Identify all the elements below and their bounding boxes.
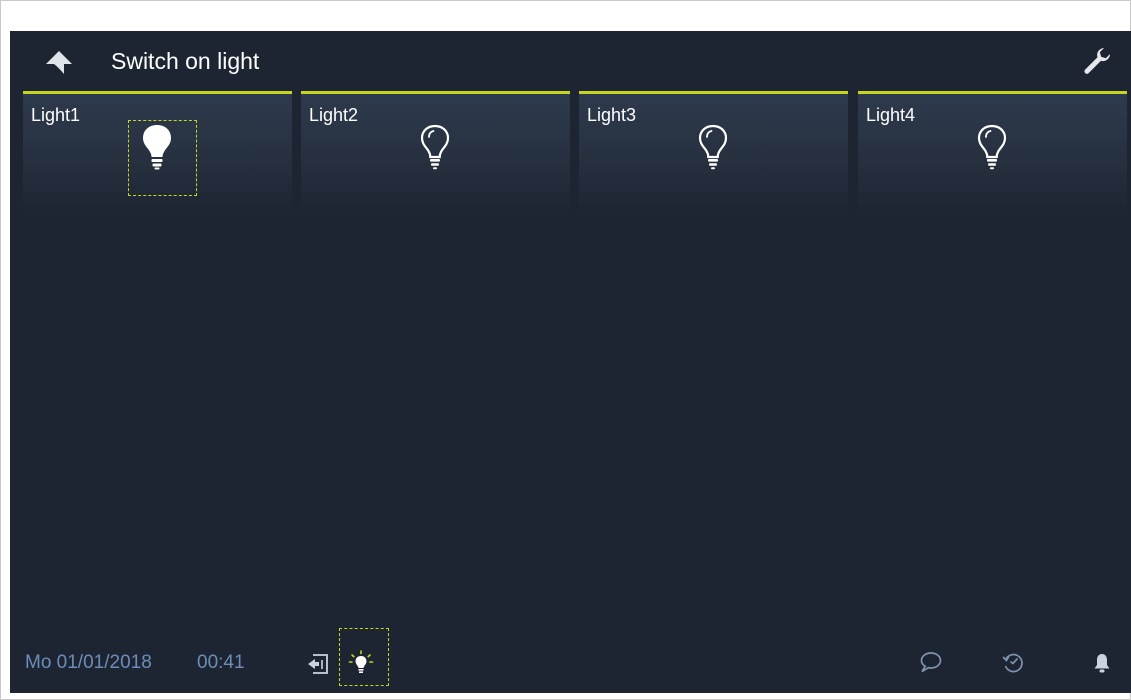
bulb-outline-icon	[420, 124, 450, 170]
door-exit-icon	[308, 654, 328, 674]
bulb-outline-icon	[698, 124, 728, 170]
tile-label: Light2	[309, 105, 359, 125]
door-exit-button[interactable]	[305, 651, 331, 677]
light-tile-2[interactable]: Light2	[301, 91, 570, 214]
back-button[interactable]	[44, 47, 74, 77]
tile-label: Light1	[31, 105, 81, 125]
page-title: Switch on light	[111, 48, 260, 74]
alarm-button[interactable]	[1089, 650, 1115, 676]
panel-screen: Switch on light Light1 Light2 Light3 Lig…	[10, 31, 1131, 693]
header-bar: Switch on light	[10, 31, 1131, 91]
light-tile-1[interactable]: Light1	[23, 91, 292, 214]
tile-label: Light4	[866, 105, 916, 125]
light-tile-4[interactable]: Light4	[858, 91, 1127, 214]
message-button[interactable]	[917, 649, 943, 675]
back-arrow-icon	[46, 51, 72, 74]
history-icon	[1002, 653, 1023, 673]
wrench-icon	[1084, 48, 1111, 74]
status-bar: Mo 01/01/2018 00:41	[10, 631, 1131, 693]
tile-label: Light3	[587, 105, 637, 125]
light-indicator-marker	[339, 628, 389, 686]
device-frame: Switch on light Light1 Light2 Light3 Lig…	[0, 0, 1131, 700]
bell-icon	[1094, 654, 1110, 673]
bulb-outline-icon	[977, 124, 1007, 170]
settings-button[interactable]	[1081, 45, 1113, 77]
status-date: Mo 01/01/2018	[25, 652, 152, 673]
selection-marker	[128, 120, 197, 196]
light-tile-3[interactable]: Light3	[579, 91, 848, 214]
status-time: 00:41	[197, 652, 245, 673]
history-button[interactable]	[1000, 650, 1026, 676]
message-icon	[920, 652, 942, 673]
